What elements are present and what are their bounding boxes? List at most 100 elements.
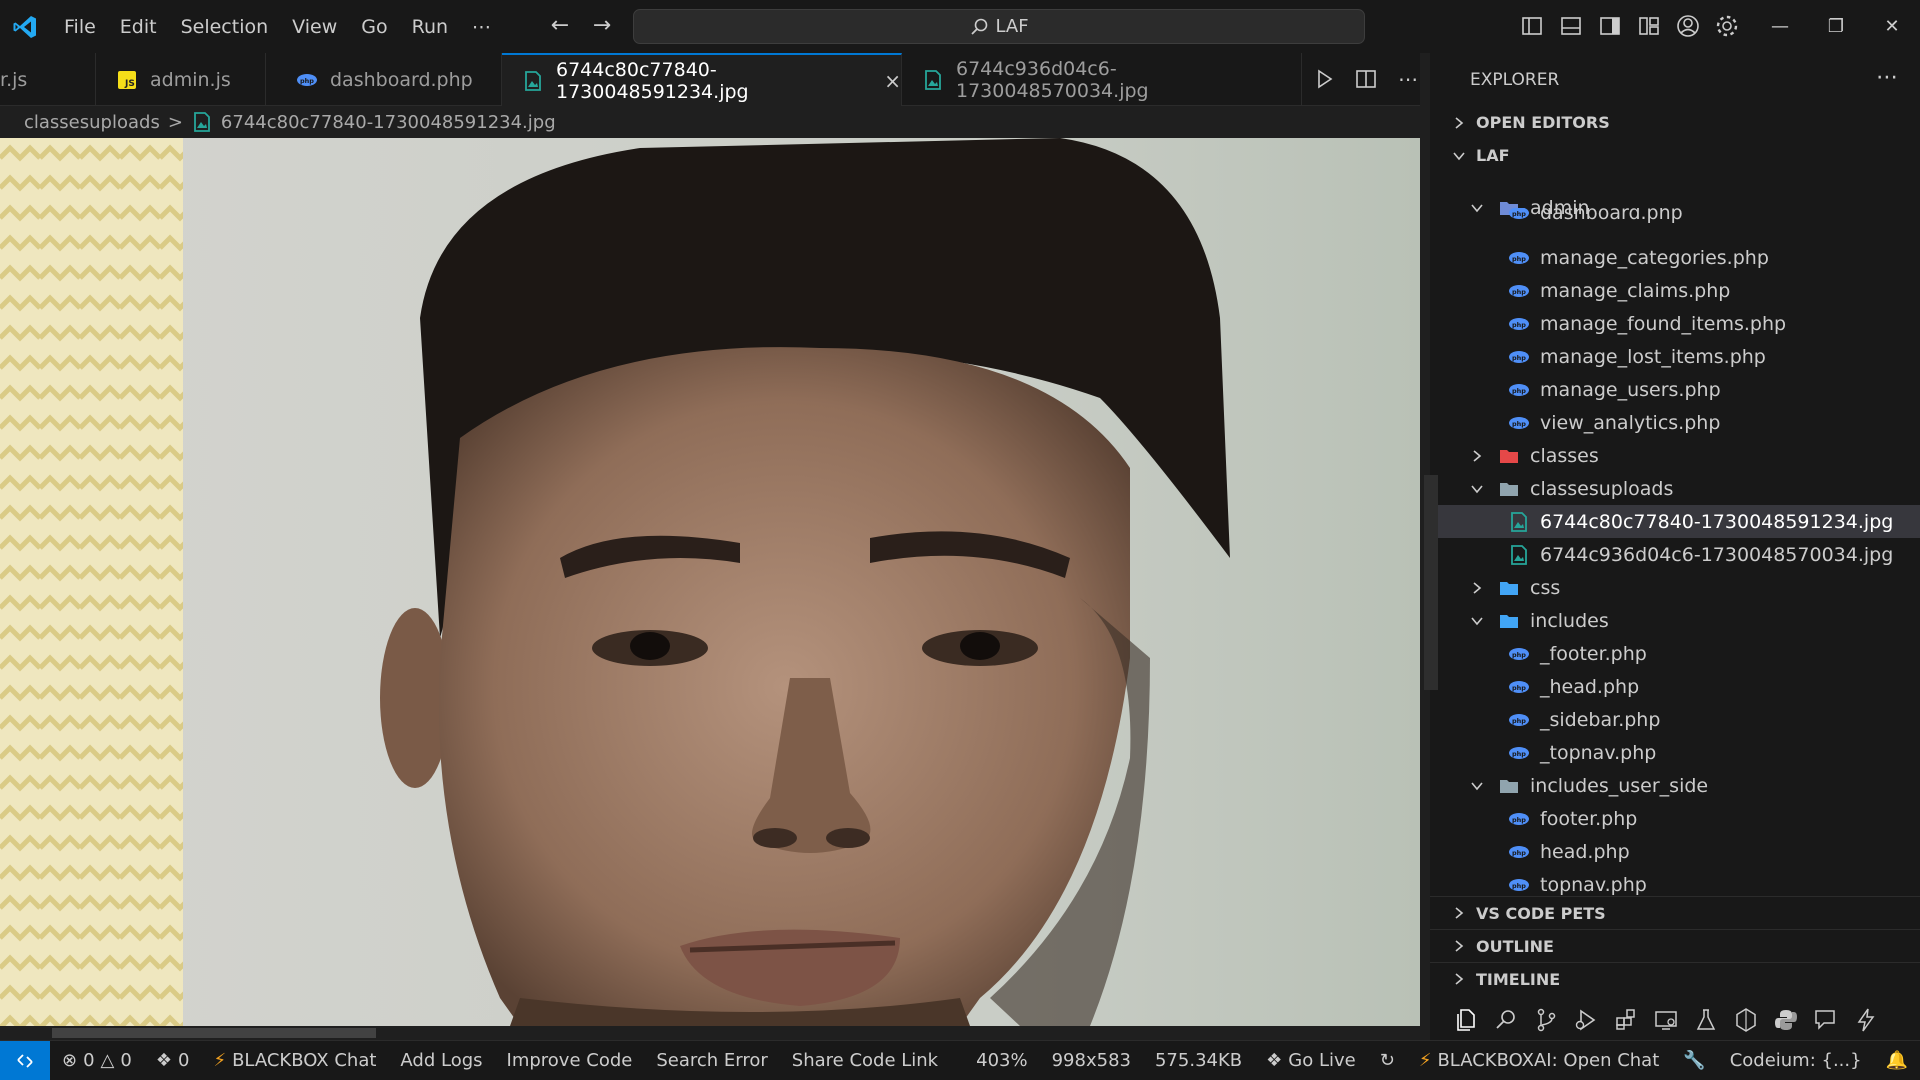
toggle-panel-icon[interactable] xyxy=(1557,12,1585,40)
file-item[interactable]: php head.php xyxy=(1430,835,1920,868)
editor-actions: ⋯ xyxy=(1310,65,1422,93)
file-item[interactable]: php dashboard.php xyxy=(1430,208,1920,224)
go-forward-icon[interactable]: → xyxy=(588,12,616,40)
improve-code-button[interactable]: Improve Code xyxy=(495,1050,645,1071)
split-editor-icon[interactable] xyxy=(1352,65,1380,93)
folder-open-icon xyxy=(1500,614,1518,628)
file-item[interactable]: 6744c80c77840-1730048591234.jpg xyxy=(1430,505,1920,538)
section-timeline[interactable]: TIMELINE xyxy=(1430,962,1920,995)
tree-item-label: view_analytics.php xyxy=(1540,411,1721,434)
ports-indicator[interactable]: ❖ 0 xyxy=(144,1050,202,1071)
wrench-icon[interactable]: 🔧 xyxy=(1671,1050,1717,1071)
explorer-more-icon[interactable]: ⋯ xyxy=(1876,65,1898,90)
minimize-icon[interactable]: — xyxy=(1752,0,1808,53)
search-error-button[interactable]: Search Error xyxy=(644,1050,779,1071)
share-code-link-button[interactable]: Share Code Link xyxy=(780,1050,950,1071)
chevron-down-icon[interactable] xyxy=(1470,779,1484,793)
tab-active-image[interactable]: 6744c80c77840-1730048591234.jpg × xyxy=(502,53,902,106)
python-icon[interactable] xyxy=(1772,1006,1800,1034)
section-label: OPEN EDITORS xyxy=(1476,113,1610,132)
breadcrumb-file[interactable]: 6744c80c77840-1730048591234.jpg xyxy=(221,112,556,133)
restore-icon[interactable]: ❐ xyxy=(1808,0,1864,53)
tab-r-js[interactable]: r.js xyxy=(0,53,96,106)
sync-icon[interactable]: ↻ xyxy=(1368,1050,1407,1071)
folder-item[interactable]: includes xyxy=(1430,604,1920,637)
tab-image-2[interactable]: 6744c936d04c6-1730048570034.jpg xyxy=(902,53,1302,106)
customize-layout-icon[interactable] xyxy=(1635,12,1663,40)
menu-selection[interactable]: Selection xyxy=(169,10,281,44)
explorer-files-icon[interactable] xyxy=(1452,1006,1480,1034)
section-root-laf[interactable]: LAF xyxy=(1430,139,1920,172)
file-item[interactable]: php manage_claims.php xyxy=(1430,274,1920,307)
section-vs-code-pets[interactable]: VS CODE PETS xyxy=(1430,896,1920,929)
go-back-icon[interactable]: ← xyxy=(546,12,574,40)
gear-icon[interactable] xyxy=(1713,12,1741,40)
blackboxai-open-chat-button[interactable]: ⚡ BLACKBOXAI: Open Chat xyxy=(1407,1050,1671,1071)
menu-view[interactable]: View xyxy=(280,10,349,44)
file-item[interactable]: php manage_users.php xyxy=(1430,373,1920,406)
folder-item[interactable]: classesuploads xyxy=(1430,472,1920,505)
file-item[interactable]: php manage_found_items.php xyxy=(1430,307,1920,340)
chevron-down-icon[interactable] xyxy=(1470,482,1484,496)
section-open-editors[interactable]: OPEN EDITORS xyxy=(1430,106,1920,139)
chat-icon[interactable] xyxy=(1812,1006,1840,1034)
scrollbar-thumb[interactable] xyxy=(52,1028,376,1038)
sidebar-scrollbar[interactable] xyxy=(1424,475,1438,690)
file-item[interactable]: php _sidebar.php xyxy=(1430,703,1920,736)
codeium-status[interactable]: Codeium: {...} xyxy=(1718,1050,1874,1071)
account-icon[interactable] xyxy=(1674,12,1702,40)
folder-open-icon xyxy=(1500,482,1518,496)
menu-run[interactable]: Run xyxy=(400,10,460,44)
tab-admin-js[interactable]: JS admin.js xyxy=(96,53,266,106)
chevron-down-icon[interactable] xyxy=(1470,614,1484,628)
tab-dashboard-php[interactable]: php dashboard.php xyxy=(276,53,502,106)
toggle-primary-sidebar-icon[interactable] xyxy=(1518,12,1546,40)
more-actions-icon[interactable]: ⋯ xyxy=(1394,65,1422,93)
remote-explorer-icon[interactable] xyxy=(1652,1006,1680,1034)
lightning-icon[interactable] xyxy=(1852,1006,1880,1034)
toggle-secondary-sidebar-icon[interactable] xyxy=(1596,12,1624,40)
extensions-icon[interactable] xyxy=(1612,1006,1640,1034)
close-window-icon[interactable]: ✕ xyxy=(1864,0,1920,53)
horizontal-scrollbar[interactable] xyxy=(0,1026,1420,1040)
bell-icon[interactable]: 🔔 xyxy=(1874,1050,1920,1071)
hexagon-extension-icon[interactable] xyxy=(1732,1006,1760,1034)
testing-flask-icon[interactable] xyxy=(1692,1006,1720,1034)
zoom-level[interactable]: 403% xyxy=(964,1050,1039,1071)
search-icon[interactable] xyxy=(1492,1006,1520,1034)
remote-indicator-icon[interactable] xyxy=(0,1040,50,1080)
menu-more[interactable]: ⋯ xyxy=(460,10,503,44)
file-item[interactable]: php view_analytics.php xyxy=(1430,406,1920,439)
source-control-icon[interactable] xyxy=(1532,1006,1560,1034)
file-item[interactable]: php _topnav.php xyxy=(1430,736,1920,769)
chevron-right-icon[interactable] xyxy=(1470,581,1484,595)
command-center-search[interactable]: LAF xyxy=(633,9,1365,44)
file-item[interactable]: php _head.php xyxy=(1430,670,1920,703)
file-item[interactable]: php manage_categories.php xyxy=(1430,241,1920,274)
menu-go[interactable]: Go xyxy=(349,10,399,44)
folder-item[interactable]: css xyxy=(1430,571,1920,604)
add-logs-button[interactable]: Add Logs xyxy=(388,1050,494,1071)
file-item[interactable]: php footer.php xyxy=(1430,802,1920,835)
problems-indicator[interactable]: ⊗ 0 △ 0 xyxy=(50,1050,144,1071)
file-item[interactable]: php _footer.php xyxy=(1430,637,1920,670)
blackbox-chat-button[interactable]: ⚡ BLACKBOX Chat xyxy=(201,1050,388,1071)
menu-edit[interactable]: Edit xyxy=(108,10,169,44)
run-debug-icon[interactable] xyxy=(1572,1006,1600,1034)
tab-label: dashboard.php xyxy=(330,68,473,91)
folder-item[interactable]: classes xyxy=(1430,439,1920,472)
section-outline[interactable]: OUTLINE xyxy=(1430,929,1920,962)
tab-label: 6744c80c77840-1730048591234.jpg xyxy=(556,58,749,103)
chevron-right-icon[interactable] xyxy=(1470,449,1484,463)
close-tab-icon[interactable]: × xyxy=(884,69,901,93)
run-icon[interactable] xyxy=(1310,65,1338,93)
folder-item[interactable]: includes_user_side xyxy=(1430,769,1920,802)
file-item[interactable]: php manage_lost_items.php xyxy=(1430,340,1920,373)
menu-file[interactable]: File xyxy=(52,10,108,44)
breadcrumb-folder[interactable]: classesuploads xyxy=(24,112,160,133)
image-preview[interactable] xyxy=(0,138,1420,1026)
file-item[interactable]: 6744c936d04c6-1730048570034.jpg xyxy=(1430,538,1920,571)
go-live-button[interactable]: ❖ Go Live xyxy=(1254,1050,1368,1071)
tree-item-label: css xyxy=(1530,576,1561,599)
search-icon xyxy=(971,18,988,35)
